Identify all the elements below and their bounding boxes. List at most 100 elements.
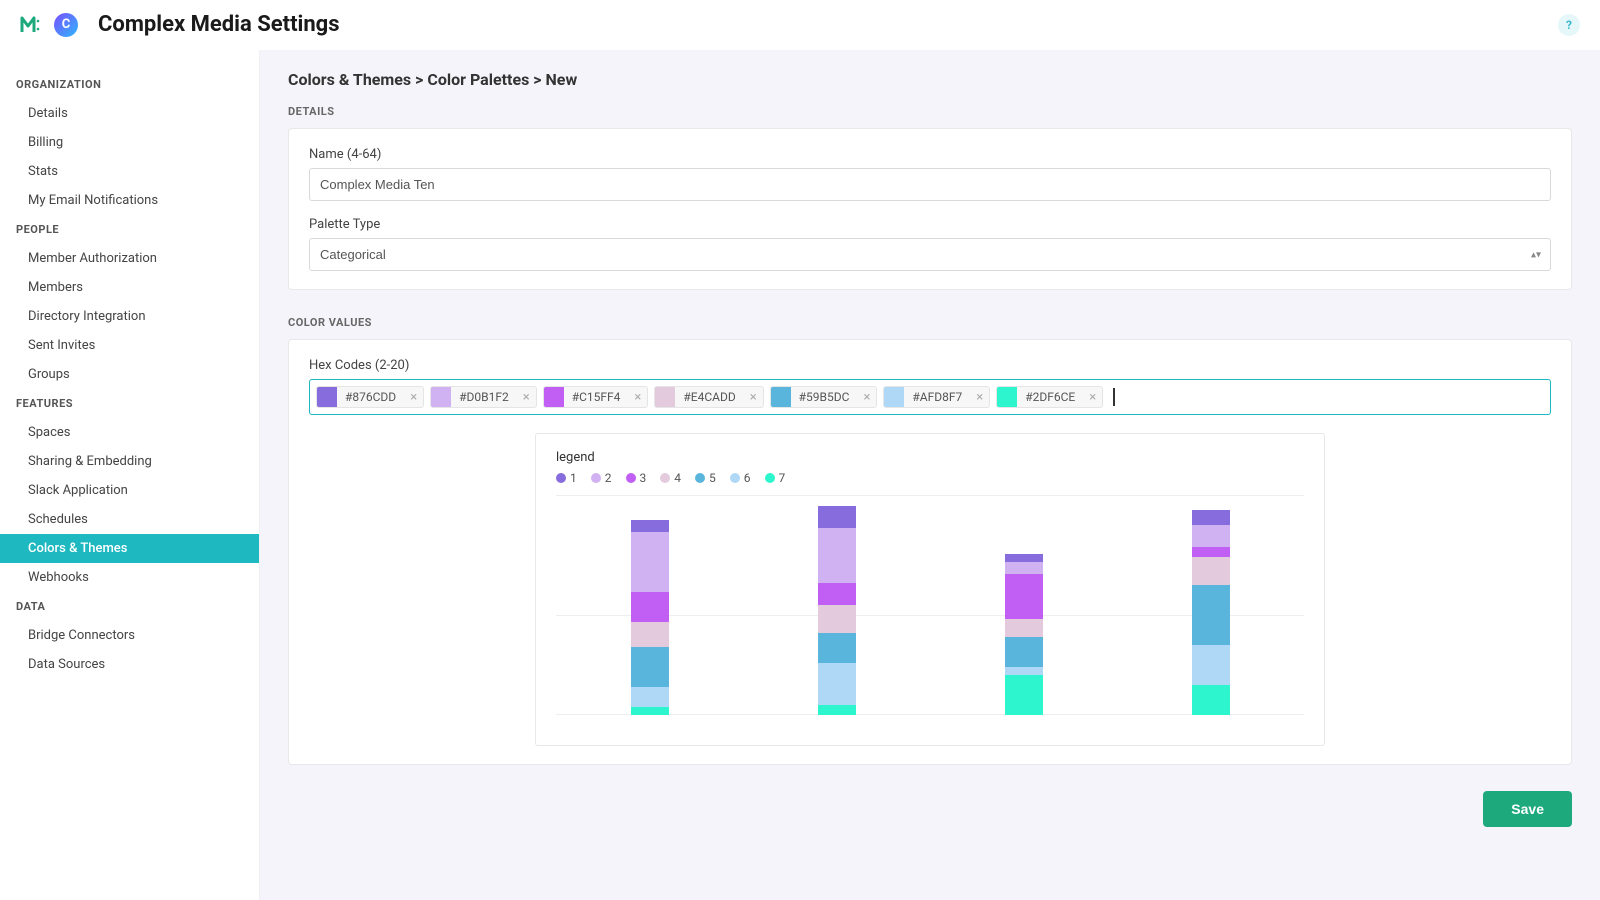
hex-chip-label: #AFD8F7 bbox=[904, 390, 970, 404]
sidebar-item-webhooks[interactable]: Webhooks bbox=[0, 563, 259, 592]
legend-item: 1 bbox=[556, 471, 577, 485]
hex-chip-label: #2DF6CE bbox=[1017, 390, 1083, 404]
bar-segment bbox=[1192, 557, 1230, 585]
bar-column bbox=[1005, 554, 1043, 715]
name-input[interactable] bbox=[309, 168, 1551, 201]
hex-chip-label: #E4CADD bbox=[675, 390, 743, 404]
page-title: Complex Media Settings bbox=[98, 12, 340, 37]
legend-item: 7 bbox=[765, 471, 786, 485]
hex-codes-input[interactable]: #876CDD×#D0B1F2×#C15FF4×#E4CADD×#59B5DC×… bbox=[309, 379, 1551, 415]
sidebar-item-billing[interactable]: Billing bbox=[0, 128, 259, 157]
bar-segment bbox=[818, 633, 856, 663]
color-swatch bbox=[317, 387, 337, 407]
app-logo-icon bbox=[20, 14, 42, 36]
legend-dot-icon bbox=[765, 473, 775, 483]
bar-column bbox=[818, 506, 856, 715]
legend-dot-icon bbox=[730, 473, 740, 483]
legend-dot-icon bbox=[695, 473, 705, 483]
sidebar-item-colors-themes[interactable]: Colors & Themes bbox=[0, 534, 259, 563]
chip-remove-icon[interactable]: × bbox=[404, 390, 423, 405]
bar-column bbox=[631, 520, 669, 715]
sidebar-item-my-email-notifications[interactable]: My Email Notifications bbox=[0, 186, 259, 215]
hex-chip-label: #59B5DC bbox=[791, 390, 858, 404]
legend-item: 5 bbox=[695, 471, 716, 485]
bar-segment bbox=[1192, 685, 1230, 715]
palette-type-select[interactable] bbox=[309, 238, 1551, 271]
bar-segment bbox=[631, 622, 669, 647]
legend-item: 2 bbox=[591, 471, 612, 485]
bar-segment bbox=[631, 647, 669, 687]
hex-chip: #59B5DC× bbox=[770, 386, 878, 408]
sidebar-item-member-authorization[interactable]: Member Authorization bbox=[0, 244, 259, 273]
section-label-color-values: COLOR VALUES bbox=[288, 316, 1572, 329]
bar-segment bbox=[1005, 667, 1043, 675]
sidebar-item-schedules[interactable]: Schedules bbox=[0, 505, 259, 534]
sidebar-heading: DATA bbox=[0, 592, 259, 621]
legend-item: 6 bbox=[730, 471, 751, 485]
hex-chip: #D0B1F2× bbox=[430, 386, 537, 408]
bar-segment bbox=[818, 663, 856, 705]
name-label: Name (4-64) bbox=[309, 147, 1551, 162]
bar-segment bbox=[631, 520, 669, 532]
color-values-panel: Hex Codes (2-20) #876CDD×#D0B1F2×#C15FF4… bbox=[288, 339, 1572, 765]
color-swatch bbox=[884, 387, 904, 407]
bar-column bbox=[1192, 510, 1230, 715]
chip-remove-icon[interactable]: × bbox=[1083, 390, 1102, 405]
sidebar-item-members[interactable]: Members bbox=[0, 273, 259, 302]
sidebar-item-stats[interactable]: Stats bbox=[0, 157, 259, 186]
sidebar-item-data-sources[interactable]: Data Sources bbox=[0, 650, 259, 679]
chip-remove-icon[interactable]: × bbox=[628, 390, 647, 405]
sidebar-heading: PEOPLE bbox=[0, 215, 259, 244]
breadcrumb: Colors & Themes > Color Palettes > New bbox=[288, 70, 1572, 89]
chip-remove-icon[interactable]: × bbox=[744, 390, 763, 405]
save-button[interactable]: Save bbox=[1483, 791, 1572, 827]
color-swatch bbox=[431, 387, 451, 407]
bar-segment bbox=[1005, 675, 1043, 715]
sidebar-item-sharing-embedding[interactable]: Sharing & Embedding bbox=[0, 447, 259, 476]
hex-chip: #2DF6CE× bbox=[996, 386, 1103, 408]
bar-segment bbox=[1192, 585, 1230, 645]
sidebar-item-bridge-connectors[interactable]: Bridge Connectors bbox=[0, 621, 259, 650]
hex-chip: #C15FF4× bbox=[543, 386, 649, 408]
sidebar-item-slack-application[interactable]: Slack Application bbox=[0, 476, 259, 505]
text-cursor bbox=[1113, 388, 1115, 406]
legend-dot-icon bbox=[660, 473, 670, 483]
chip-remove-icon[interactable]: × bbox=[857, 390, 876, 405]
color-swatch bbox=[997, 387, 1017, 407]
sidebar-item-directory-integration[interactable]: Directory Integration bbox=[0, 302, 259, 331]
legend-row: 1234567 bbox=[556, 471, 1304, 485]
legend-dot-icon bbox=[591, 473, 601, 483]
sidebar-heading: FEATURES bbox=[0, 389, 259, 418]
legend-item: 4 bbox=[660, 471, 681, 485]
section-label-details: DETAILS bbox=[288, 105, 1572, 118]
sidebar-item-sent-invites[interactable]: Sent Invites bbox=[0, 331, 259, 360]
bar-segment bbox=[1005, 562, 1043, 574]
help-button[interactable]: ? bbox=[1558, 14, 1580, 36]
chip-remove-icon[interactable]: × bbox=[517, 390, 536, 405]
sidebar-item-groups[interactable]: Groups bbox=[0, 360, 259, 389]
bar-segment bbox=[818, 705, 856, 715]
bar-segment bbox=[631, 687, 669, 707]
bar-segment bbox=[1192, 525, 1230, 547]
main-content: Colors & Themes > Color Palettes > New D… bbox=[260, 50, 1600, 900]
bar-segment bbox=[818, 506, 856, 528]
legend-title: legend bbox=[556, 450, 1304, 465]
hex-chip: #AFD8F7× bbox=[883, 386, 990, 408]
sidebar-item-details[interactable]: Details bbox=[0, 99, 259, 128]
bar-segment bbox=[1192, 645, 1230, 685]
color-swatch bbox=[771, 387, 791, 407]
bar-segment bbox=[1005, 637, 1043, 667]
legend-dot-icon bbox=[556, 473, 566, 483]
stacked-bar-chart bbox=[556, 495, 1304, 735]
palette-preview: legend 1234567 bbox=[309, 433, 1551, 746]
sidebar-item-spaces[interactable]: Spaces bbox=[0, 418, 259, 447]
hex-chip-label: #D0B1F2 bbox=[451, 390, 517, 404]
bar-segment bbox=[818, 583, 856, 605]
details-panel: Name (4-64) Palette Type ▴▾ bbox=[288, 128, 1572, 290]
bar-segment bbox=[1192, 547, 1230, 557]
bar-segment bbox=[631, 707, 669, 715]
palette-type-label: Palette Type bbox=[309, 217, 1551, 232]
bar-segment bbox=[1192, 510, 1230, 525]
bar-segment bbox=[1005, 554, 1043, 562]
chip-remove-icon[interactable]: × bbox=[970, 390, 989, 405]
